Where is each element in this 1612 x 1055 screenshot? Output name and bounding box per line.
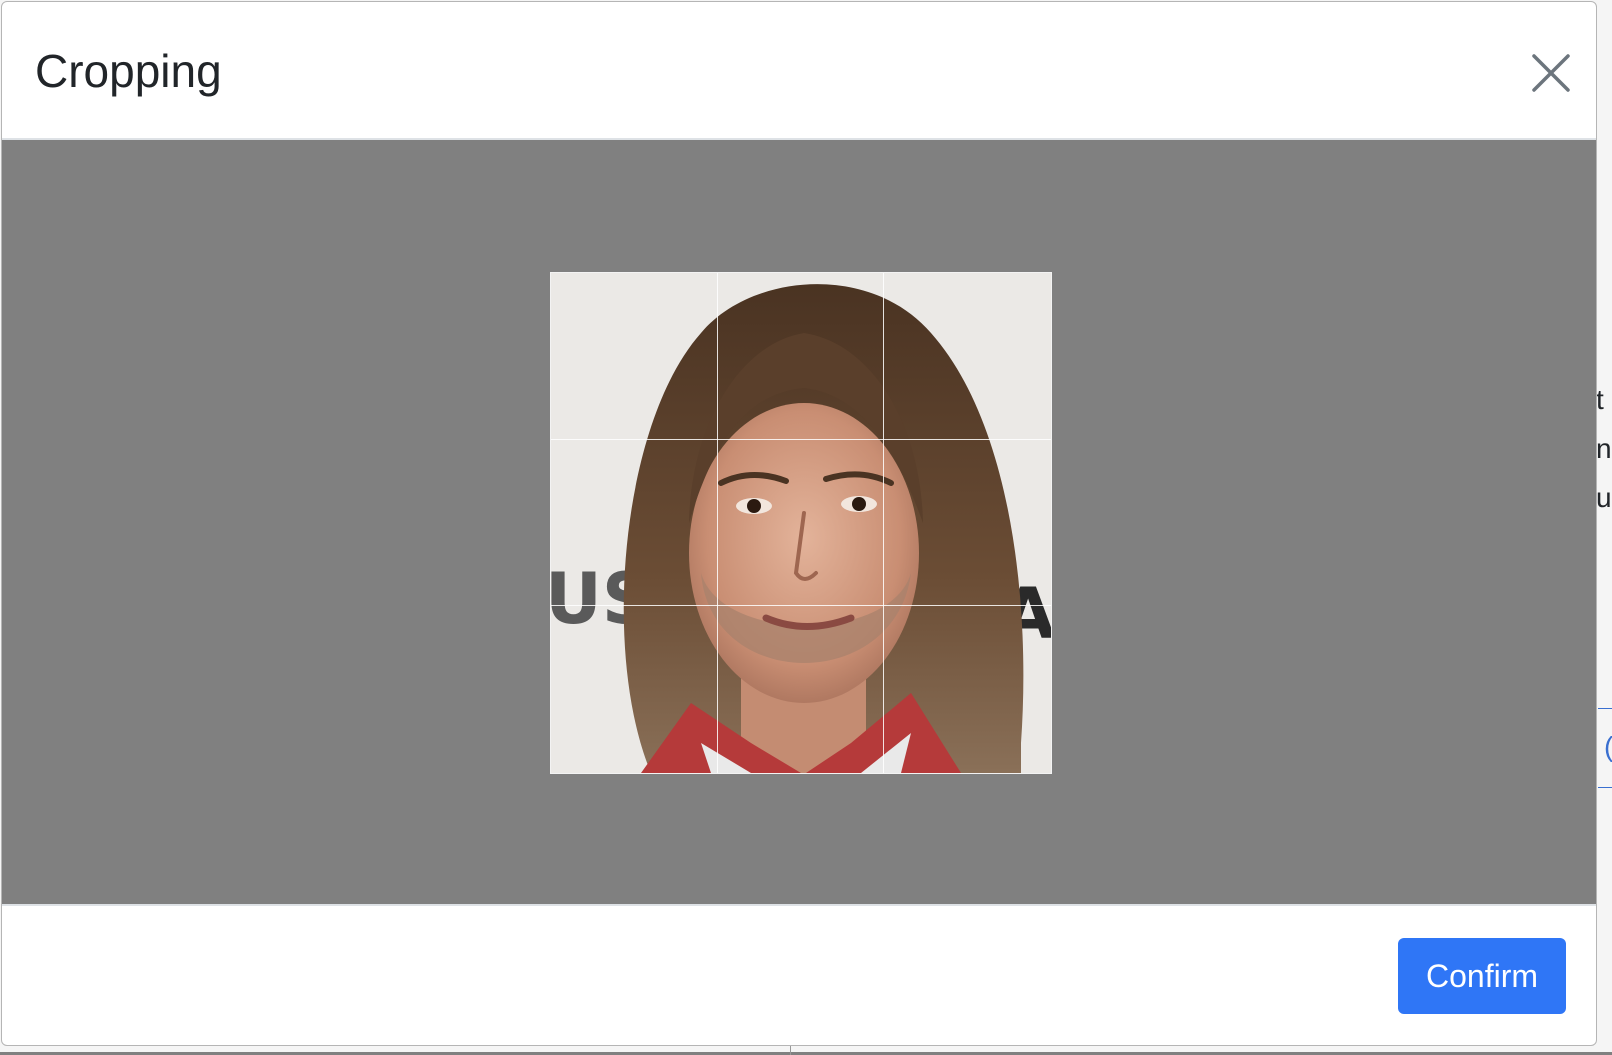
crop-grid-line: [551, 605, 1051, 606]
background-text-fragment: u: [1596, 482, 1612, 513]
portrait-photo: US AL: [551, 273, 1051, 773]
close-icon: [1532, 54, 1570, 92]
crop-workspace: US AL: [2, 140, 1596, 904]
background-text-fragment: t: [1596, 384, 1604, 415]
background-text-fragment: n: [1596, 433, 1612, 464]
background-divider: [790, 1045, 791, 1055]
crop-grid-line: [883, 273, 884, 773]
crop-grid-line: [551, 439, 1051, 440]
background-link-fragment: (: [1604, 733, 1612, 761]
cropping-modal: Cropping US A Confirm: [1, 1, 1597, 1046]
modal-title: Cropping: [35, 45, 222, 97]
crop-grid-line: [717, 273, 718, 773]
crop-box[interactable]: US AL: [550, 272, 1052, 774]
modal-header: Cropping: [2, 2, 1596, 140]
modal-footer: Confirm: [2, 904, 1596, 1045]
close-button[interactable]: [1528, 50, 1574, 96]
confirm-button[interactable]: Confirm: [1398, 938, 1566, 1014]
